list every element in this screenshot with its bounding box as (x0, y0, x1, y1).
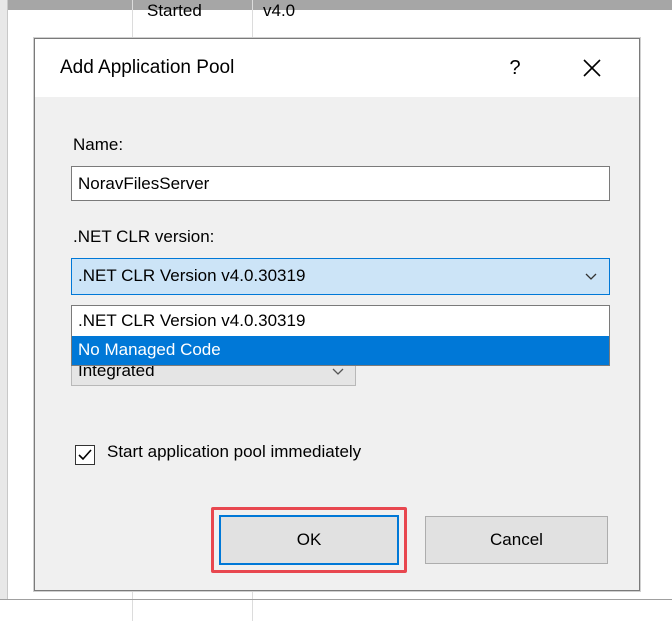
clr-option-v4[interactable]: .NET CLR Version v4.0.30319 (72, 307, 609, 336)
help-button[interactable]: ? (500, 53, 530, 83)
background-bottom-border (0, 599, 672, 600)
start-immediately-label[interactable]: Start application pool immediately (107, 442, 361, 462)
cancel-button[interactable]: Cancel (425, 516, 608, 564)
dialog-titlebar: Add Application Pool ? (35, 39, 639, 97)
add-application-pool-dialog: Add Application Pool ? Name: .NET CLR ve… (34, 38, 640, 591)
background-top-border (0, 0, 672, 10)
clr-version-dropdown-list: .NET CLR Version v4.0.30319 No Managed C… (71, 305, 610, 366)
clr-version-select[interactable]: .NET CLR Version v4.0.30319 (71, 258, 610, 295)
background-pool-version: v4.0 (263, 1, 296, 20)
background-pool-status: Started (147, 1, 202, 20)
clr-version-label: .NET CLR version: (73, 227, 215, 246)
checkmark-icon (78, 449, 92, 461)
dialog-title: Add Application Pool (60, 57, 235, 78)
close-icon (583, 59, 601, 77)
background-left-pane (0, 0, 8, 600)
close-button[interactable] (575, 51, 609, 85)
chevron-down-icon (332, 368, 344, 375)
chevron-down-icon (585, 273, 597, 280)
clr-option-no-managed-code[interactable]: No Managed Code (72, 336, 609, 365)
name-label: Name: (73, 135, 124, 154)
clr-version-selected-value: .NET CLR Version v4.0.30319 (78, 266, 306, 285)
ok-button[interactable]: OK (219, 515, 399, 565)
name-input[interactable] (71, 166, 610, 201)
start-immediately-checkbox[interactable] (75, 445, 95, 465)
